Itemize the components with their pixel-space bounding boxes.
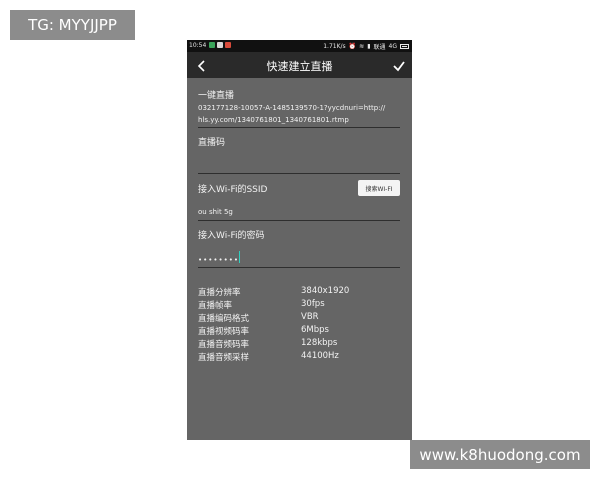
wifi-ssid-field[interactable]: ou shit 5g (198, 208, 233, 218)
status-time: 10:54 (189, 42, 207, 49)
setting-value: 44100Hz (301, 351, 339, 361)
setting-key: 直播帧率 (198, 301, 233, 311)
stream-url-line-1: 032177128-10057-A-1485139570-1?yycdnuri=… (198, 104, 386, 112)
setting-value: VBR (301, 312, 319, 322)
wifi-ssid-label: 接入Wi-Fi的SSID (198, 185, 268, 195)
site-watermark: www.k8huodong.com (410, 440, 590, 469)
setting-key: 直播视频码率 (198, 327, 250, 337)
app-notification-icon-red (225, 42, 231, 48)
status-right-group: 1.71K/s ⏰ ≋ ▮ 联通 4G (323, 42, 409, 51)
status-bar: 10:54 1.71K/s ⏰ ≋ ▮ 联通 4G (187, 40, 412, 52)
app-notification-icon-gallery (217, 42, 223, 48)
network-type: 4G (388, 43, 397, 50)
one-click-live-label: 一键直播 (198, 91, 235, 101)
app-notification-icon-green (209, 42, 215, 48)
title-bar: 快速建立直播 (187, 52, 412, 78)
setting-value: 30fps (301, 299, 325, 309)
wifi-ssid-underline (198, 220, 400, 221)
wifi-password-underline (198, 267, 400, 268)
carrier-label: 联通 (373, 44, 386, 51)
tg-label-badge: TG: MYYJJPP (10, 10, 135, 40)
stream-url-field[interactable]: 032177128-10057-A-1485139570-1?yycdnuri=… (198, 104, 400, 128)
live-code-underline (198, 173, 400, 174)
network-speed: 1.71K/s (323, 43, 346, 50)
search-wifi-button[interactable]: 搜索WI-FI (358, 180, 400, 196)
setting-key: 直播音频采样 (198, 353, 250, 363)
phone-screen: 10:54 1.71K/s ⏰ ≋ ▮ 联通 4G 快速建立直播 一键直播 03… (187, 40, 412, 440)
setting-value: 3840x1920 (301, 286, 350, 296)
setting-key: 直播音频码率 (198, 340, 250, 350)
live-code-label: 直播码 (198, 138, 226, 148)
alarm-icon: ⏰ (348, 43, 357, 50)
stream-url-underline (198, 127, 400, 128)
page-title: 快速建立直播 (266, 60, 333, 73)
watermark-text: www.k8huodong.com (419, 445, 581, 464)
tg-label-text: TG: MYYJJPP (28, 16, 117, 34)
text-cursor (239, 251, 240, 263)
setting-key: 直播编码格式 (198, 314, 250, 324)
live-code-field[interactable] (198, 150, 400, 172)
setting-value: 128kbps (301, 338, 338, 348)
setting-value: 6Mbps (301, 325, 329, 335)
battery-icon (400, 44, 409, 49)
wifi-password-masked: •••••••• (198, 256, 240, 264)
wifi-password-label: 接入Wi-Fi的密码 (198, 231, 265, 241)
wifi-icon: ≋ (359, 43, 365, 50)
stream-url-line-2: hls.yy.com/1340761801_1340761801.rtmp (198, 116, 349, 124)
setting-key: 直播分辨率 (198, 288, 241, 298)
signal-icon: ▮ (367, 43, 371, 50)
checkmark-icon[interactable] (392, 58, 406, 72)
